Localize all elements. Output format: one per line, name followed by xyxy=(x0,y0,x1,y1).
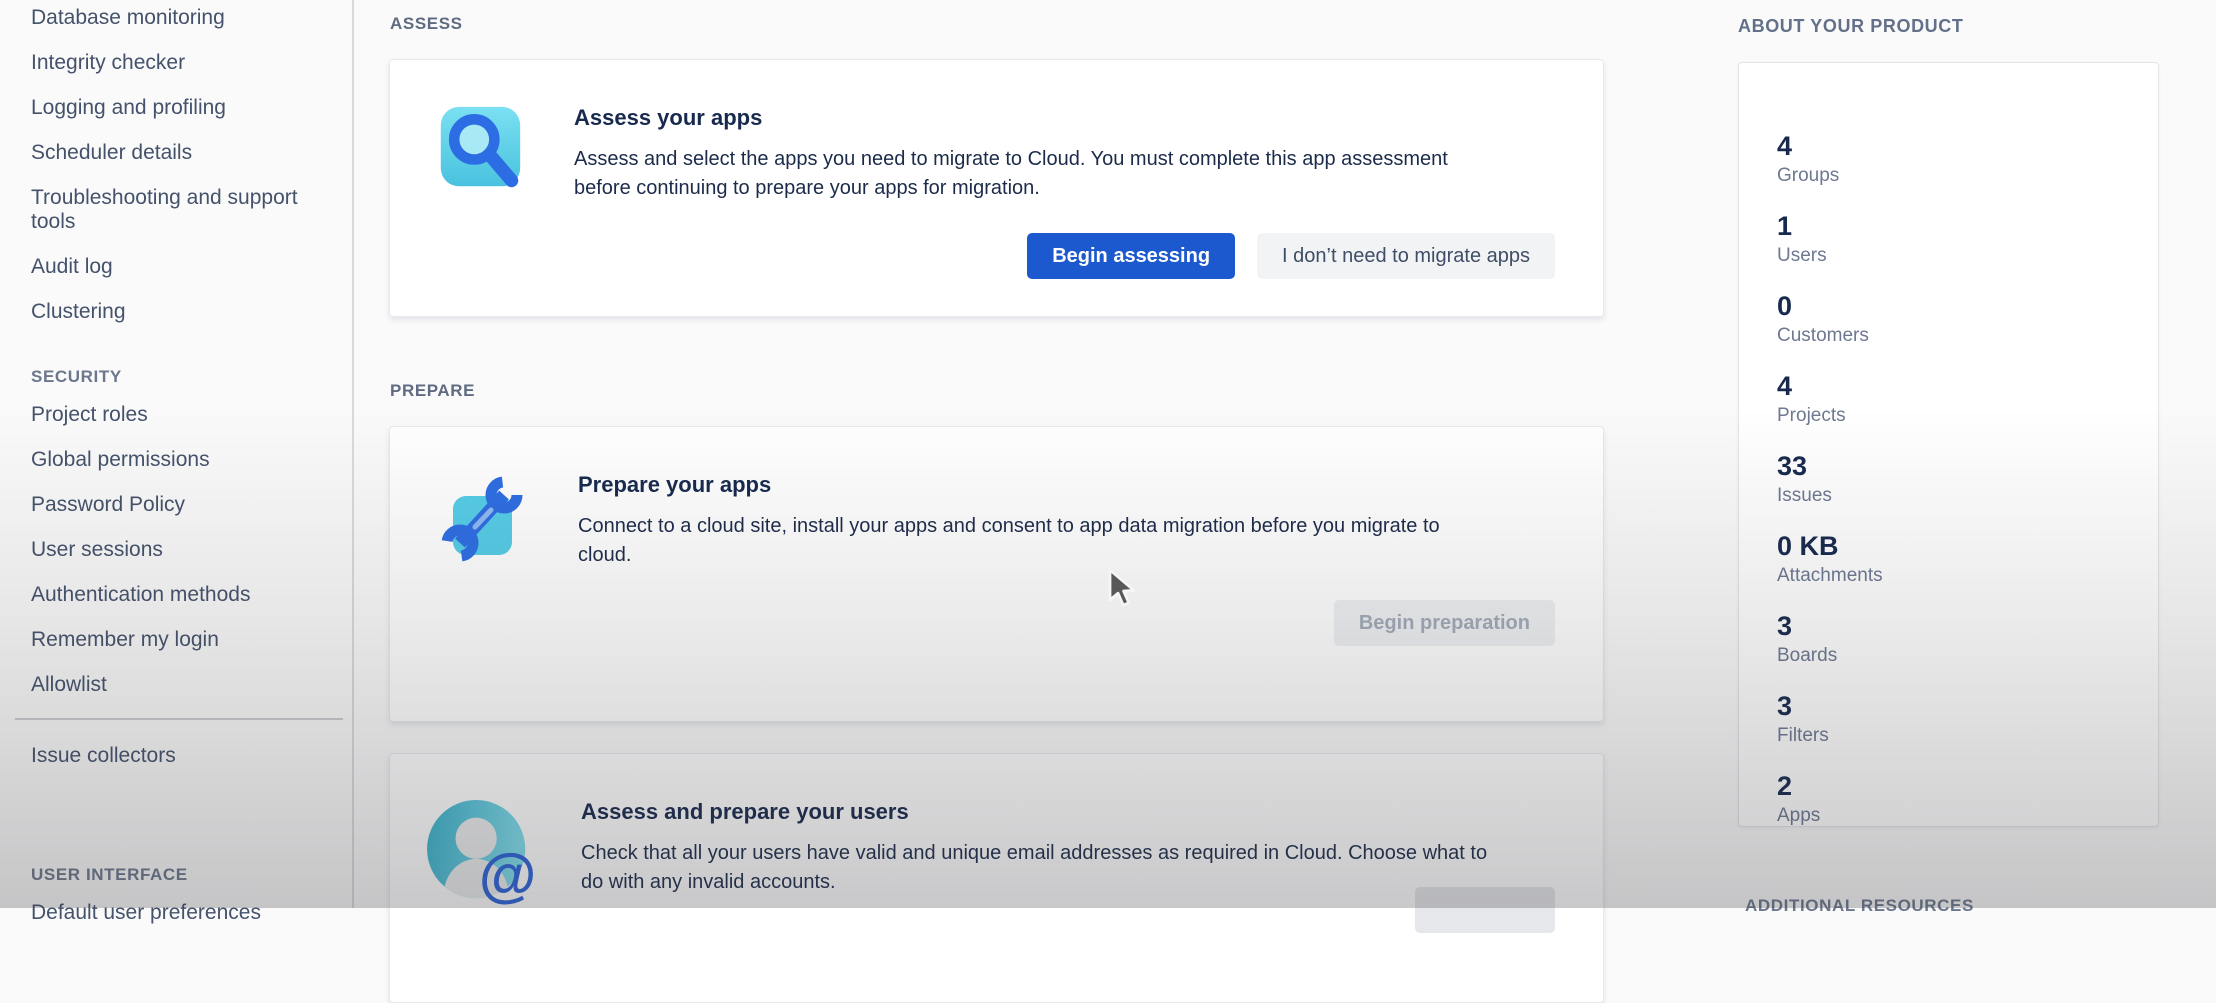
card-description: Assess and select the apps you need to m… xyxy=(574,145,1555,203)
card-description: Connect to a cloud site, install your ap… xyxy=(578,512,1555,570)
sidebar-item-user-sessions[interactable]: User sessions xyxy=(31,538,352,562)
assess-your-apps-card: Assess your apps Assess and select the a… xyxy=(389,59,1604,317)
sidebar-item-audit-log[interactable]: Audit log xyxy=(31,255,352,279)
stat-users: 1 Users xyxy=(1777,211,2138,268)
stat-projects: 4 Projects xyxy=(1777,371,2138,428)
sidebar-item-global-permissions[interactable]: Global permissions xyxy=(31,448,352,472)
sidebar-item-scheduler-details[interactable]: Scheduler details xyxy=(31,141,352,165)
sidebar-item-troubleshooting[interactable]: Troubleshooting and support tools xyxy=(31,186,352,234)
wrench-app-icon xyxy=(436,471,528,568)
product-stats-card: 4 Groups 1 Users 0 Customers 4 Projects … xyxy=(1738,62,2159,827)
sidebar-section-security: SECURITY xyxy=(31,367,352,387)
settings-sidebar: Database monitoring Integrity checker Lo… xyxy=(0,0,354,908)
card-description: Check that all your users have valid and… xyxy=(581,839,1555,897)
sidebar-item-password-policy[interactable]: Password Policy xyxy=(31,493,352,517)
user-at-icon: @ xyxy=(425,798,543,911)
sidebar-item-logging-and-profiling[interactable]: Logging and profiling xyxy=(31,96,352,120)
sidebar-item-authentication-methods[interactable]: Authentication methods xyxy=(31,583,352,607)
about-your-product-panel: ABOUT YOUR PRODUCT 4 Groups 1 Users 0 Cu… xyxy=(1738,0,2162,827)
svg-text:@: @ xyxy=(479,843,536,906)
sidebar-item-database-monitoring[interactable]: Database monitoring xyxy=(31,6,352,30)
dont-need-migrate-apps-button[interactable]: I don’t need to migrate apps xyxy=(1257,233,1555,279)
partial-hidden-button[interactable] xyxy=(1415,887,1555,933)
sidebar-item-issue-collectors[interactable]: Issue collectors xyxy=(31,744,352,768)
section-header-prepare: PREPARE xyxy=(390,381,1604,401)
sidebar-item-integrity-checker[interactable]: Integrity checker xyxy=(31,51,352,75)
sidebar-item-clustering[interactable]: Clustering xyxy=(31,300,352,324)
sidebar-divider xyxy=(15,718,343,720)
migration-assistant-main: ASSESS Assess your apps Assess and selec… xyxy=(389,0,1604,1003)
stat-apps: 2 Apps xyxy=(1777,771,2138,828)
stat-filters: 3 Filters xyxy=(1777,691,2138,748)
sidebar-item-remember-my-login[interactable]: Remember my login xyxy=(31,628,352,652)
additional-resources-header: ADDITIONAL RESOURCES xyxy=(1745,896,1974,916)
sidebar-item-default-user-preferences[interactable]: Default user preferences xyxy=(31,901,352,925)
sidebar-item-project-roles[interactable]: Project roles xyxy=(31,403,352,427)
stat-attachments: 0 KB Attachments xyxy=(1777,531,2138,588)
card-title: Assess and prepare your users xyxy=(581,798,1555,826)
sidebar-section-user-interface: USER INTERFACE xyxy=(31,865,352,885)
assess-prepare-users-card: @ Assess and prepare your users Check th… xyxy=(389,753,1604,1003)
magnifier-app-icon xyxy=(436,104,524,197)
section-header-assess: ASSESS xyxy=(390,14,1604,34)
about-your-product-header: ABOUT YOUR PRODUCT xyxy=(1738,16,2162,37)
begin-assessing-button[interactable]: Begin assessing xyxy=(1027,233,1235,279)
stat-boards: 3 Boards xyxy=(1777,611,2138,668)
card-title: Assess your apps xyxy=(574,104,1555,132)
begin-preparation-button[interactable]: Begin preparation xyxy=(1334,600,1555,646)
prepare-your-apps-card: Prepare your apps Connect to a cloud sit… xyxy=(389,426,1604,722)
stat-issues: 33 Issues xyxy=(1777,451,2138,508)
stat-groups: 4 Groups xyxy=(1777,131,2138,188)
stat-customers: 0 Customers xyxy=(1777,291,2138,348)
sidebar-item-allowlist[interactable]: Allowlist xyxy=(31,673,352,697)
card-title: Prepare your apps xyxy=(578,471,1555,499)
